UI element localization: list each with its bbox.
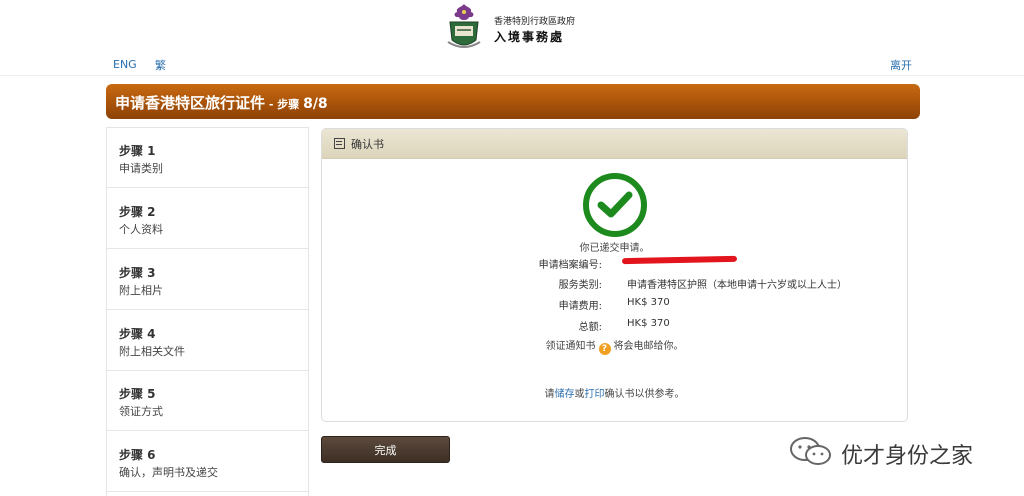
success-check-icon [583,173,647,237]
help-icon[interactable]: ? [598,343,611,355]
document-icon [334,138,345,149]
save-text-pre: 请 [544,389,555,400]
step-desc: 附上相关文件 [119,345,185,358]
immigration-logo: 香港特別行政區政府 入境事務處 [444,2,584,52]
notice-message: 领证通知书? 将会电邮给你。 [322,337,907,355]
total-value: HK$ 370 [627,318,670,329]
step-desc: 领证方式 [119,405,163,418]
sidebar-step-2[interactable]: 步骤 2 个人资料 [107,189,308,249]
watermark-text: 优才身份之家 [841,444,974,469]
notice-text-pre: 领证通知书 [545,341,596,352]
lang-traditional-link[interactable]: 繁 [155,57,166,73]
save-print-message: 请储存或打印确认书以供参考。 [322,385,907,400]
panel-title: 确认书 [351,138,384,151]
step-desc: 个人资料 [119,223,163,236]
hksar-emblem-icon [447,4,481,48]
notice-text-post: 将会电邮给你。 [613,341,684,352]
service-type-label: 服务类别: [558,280,602,291]
page-title-bar: 申请香港特区旅行证件 - 步骤 8/8 [106,84,920,119]
submitted-message: 你已递交申请。 [579,243,650,254]
step-prefix: - 步骤 [265,98,304,111]
fee-value: HK$ 370 [627,297,670,308]
sidebar-step-1[interactable]: 步骤 1 申请类别 [107,128,308,188]
save-link[interactable]: 储存 [555,389,575,400]
page-header: 香港特別行政區政府 入境事務處 ENG 繁 离开 [0,0,1024,76]
fee-label: 申请费用: [558,301,602,312]
sidebar-step-3[interactable]: 步骤 3 附上相片 [107,250,308,310]
step-title: 步骤 6 [119,448,156,462]
step-desc: 申请类别 [119,162,163,175]
page-title-text: 申请香港特区旅行证件 [115,94,266,112]
leave-link[interactable]: 离开 [890,57,912,73]
step-title: 步骤 5 [119,387,156,401]
sidebar-step-6[interactable]: 步骤 6 确认，声明书及递交 [107,432,308,492]
sidebar-step-4[interactable]: 步骤 4 附上相关文件 [107,311,308,371]
checkmark-icon [597,191,633,218]
panel-header: 确认书 [322,129,907,159]
page-title: 申请香港特区旅行证件 - 步骤 8/8 [115,92,328,113]
save-text-post: 确认书以供参考。 [604,389,685,400]
file-number-label: 申请档案编号: [538,260,602,271]
org-name-line2: 入境事務處 [494,30,565,44]
service-type-value: 申请香港特区护照（本地申请十六岁或以上人士） [627,280,847,291]
watermark: 优才身份之家 [789,432,999,472]
lang-eng-link[interactable]: ENG [113,58,137,71]
step-title: 步骤 1 [119,144,156,158]
step-desc: 附上相片 [119,284,163,297]
steps-sidebar: 步骤 1 申请类别 步骤 2 个人资料 步骤 3 附上相片 步骤 4 附上相关文… [106,127,309,496]
org-name-line1: 香港特別行政區政府 [494,17,576,27]
print-link[interactable]: 打印 [585,389,605,400]
step-title: 步骤 2 [119,205,156,219]
sidebar-step-5[interactable]: 步骤 5 领证方式 [107,371,308,431]
step-desc: 确认，声明书及递交 [119,466,218,479]
step-title: 步骤 3 [119,266,156,280]
wechat-icon [790,437,831,465]
finish-button[interactable]: 完成 [321,436,450,463]
redaction-mark [621,255,738,265]
save-text-mid: 或 [574,389,585,400]
total-label: 总额: [578,322,602,333]
step-title: 步骤 4 [119,327,156,341]
confirmation-panel: 确认书 你已递交申请。 申请档案编号: 服务类别: 申请香港特区护照（本地申请十… [321,128,908,422]
step-number: 8/8 [303,96,328,112]
